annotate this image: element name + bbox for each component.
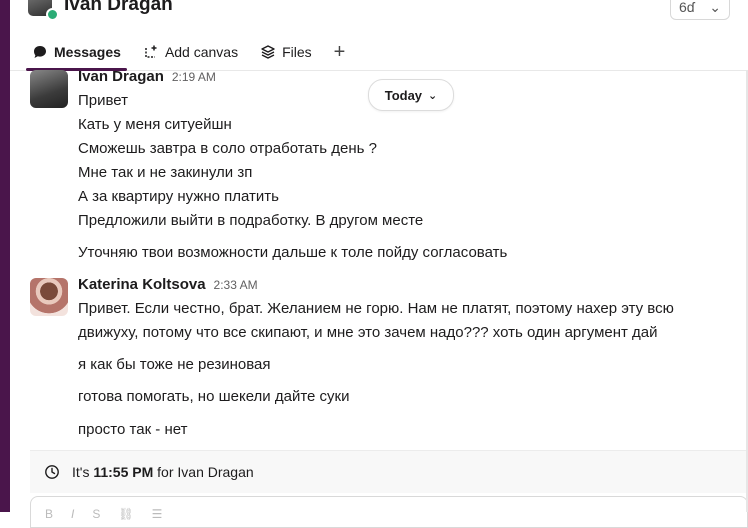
link-icon[interactable]: ⛓ <box>118 507 133 521</box>
channel-header: Ivan Dragan 6ɗ ⌄ Messages Add canvas Fil… <box>10 0 748 71</box>
author-name[interactable]: Katerina Koltsova <box>78 276 206 293</box>
message-line: Сможешь завтра в соло отработать день ? <box>78 140 377 157</box>
tab-files[interactable]: Files <box>260 40 312 64</box>
message-line: готова помогать, но шекели дайте суки <box>78 388 350 405</box>
bold-icon[interactable]: B <box>45 507 53 521</box>
day-divider-label: Today <box>384 87 423 103</box>
local-time-text: It's 11:55 PM for Ivan Dragan <box>72 464 254 480</box>
strikethrough-icon[interactable]: S <box>92 507 100 521</box>
tab-add-canvas-label: Add canvas <box>164 44 239 60</box>
local-time-value: 11:55 PM <box>93 464 154 480</box>
chevron-down-icon: ⌄ <box>428 89 438 102</box>
message-composer[interactable]: B I S ⛓ ☰ <box>30 496 748 528</box>
header-title[interactable]: Ivan Dragan <box>64 0 173 16</box>
list-icon[interactable]: ☰ <box>152 507 163 521</box>
huddle-glyph: 6ɗ <box>679 0 695 15</box>
local-time-prefix: It's <box>72 464 90 480</box>
message-line: А за квартиру нужно платить <box>78 188 279 205</box>
chevron-down-icon: ⌄ <box>709 0 721 15</box>
add-tab-icon: + <box>333 40 346 63</box>
day-divider-button[interactable]: Today ⌄ <box>368 79 454 111</box>
tab-files-label: Files <box>282 44 312 60</box>
message-line: я как бы тоже не резиновая <box>78 356 271 373</box>
message-header: Katerina Koltsova 2:33 AM <box>78 276 258 293</box>
message-line: движуху, потому что все скипают, и мне э… <box>78 324 658 341</box>
tab-messages-label: Messages <box>54 44 121 60</box>
channel-tabs: Messages Add canvas Files + <box>26 40 346 71</box>
files-icon <box>261 45 275 59</box>
workspace-rail <box>0 0 10 512</box>
message-line: просто так - нет <box>78 421 188 438</box>
avatar[interactable] <box>30 278 68 316</box>
add-tab-button[interactable]: + <box>334 40 346 64</box>
message-line: Предложили выйти в подработку. В другом … <box>78 212 424 229</box>
tab-add-canvas[interactable]: Add canvas <box>143 40 238 64</box>
message-line: Уточняю твои возможности дальше к толе п… <box>78 244 508 261</box>
tab-messages[interactable]: Messages <box>26 40 127 71</box>
local-time-banner: It's 11:55 PM for Ivan Dragan <box>30 450 748 493</box>
huddle-button[interactable]: 6ɗ ⌄ <box>670 0 730 20</box>
local-time-suffix: for Ivan Dragan <box>157 464 254 480</box>
message-list: Ivan Dragan 2:19 AM Привет Кать у меня с… <box>10 70 748 450</box>
messages-icon <box>34 46 46 58</box>
message-line: Мне так и не закинули зп <box>78 164 253 181</box>
clock-icon <box>45 465 59 479</box>
message-line: Кать у меня ситуейшн <box>78 116 232 133</box>
canvas-icon <box>145 45 157 58</box>
composer-toolbar: B I S ⛓ ☰ <box>45 507 162 521</box>
message-line: Привет <box>78 92 129 109</box>
message-line: Привет. Если честно, брат. Желанием не г… <box>78 300 674 317</box>
presence-indicator <box>46 8 59 21</box>
message-header: Ivan Dragan 2:19 AM <box>78 70 216 85</box>
timestamp[interactable]: 2:19 AM <box>172 70 216 84</box>
author-name[interactable]: Ivan Dragan <box>78 70 164 85</box>
italic-icon[interactable]: I <box>71 507 74 521</box>
avatar[interactable] <box>30 70 68 108</box>
timestamp[interactable]: 2:33 AM <box>214 278 258 292</box>
